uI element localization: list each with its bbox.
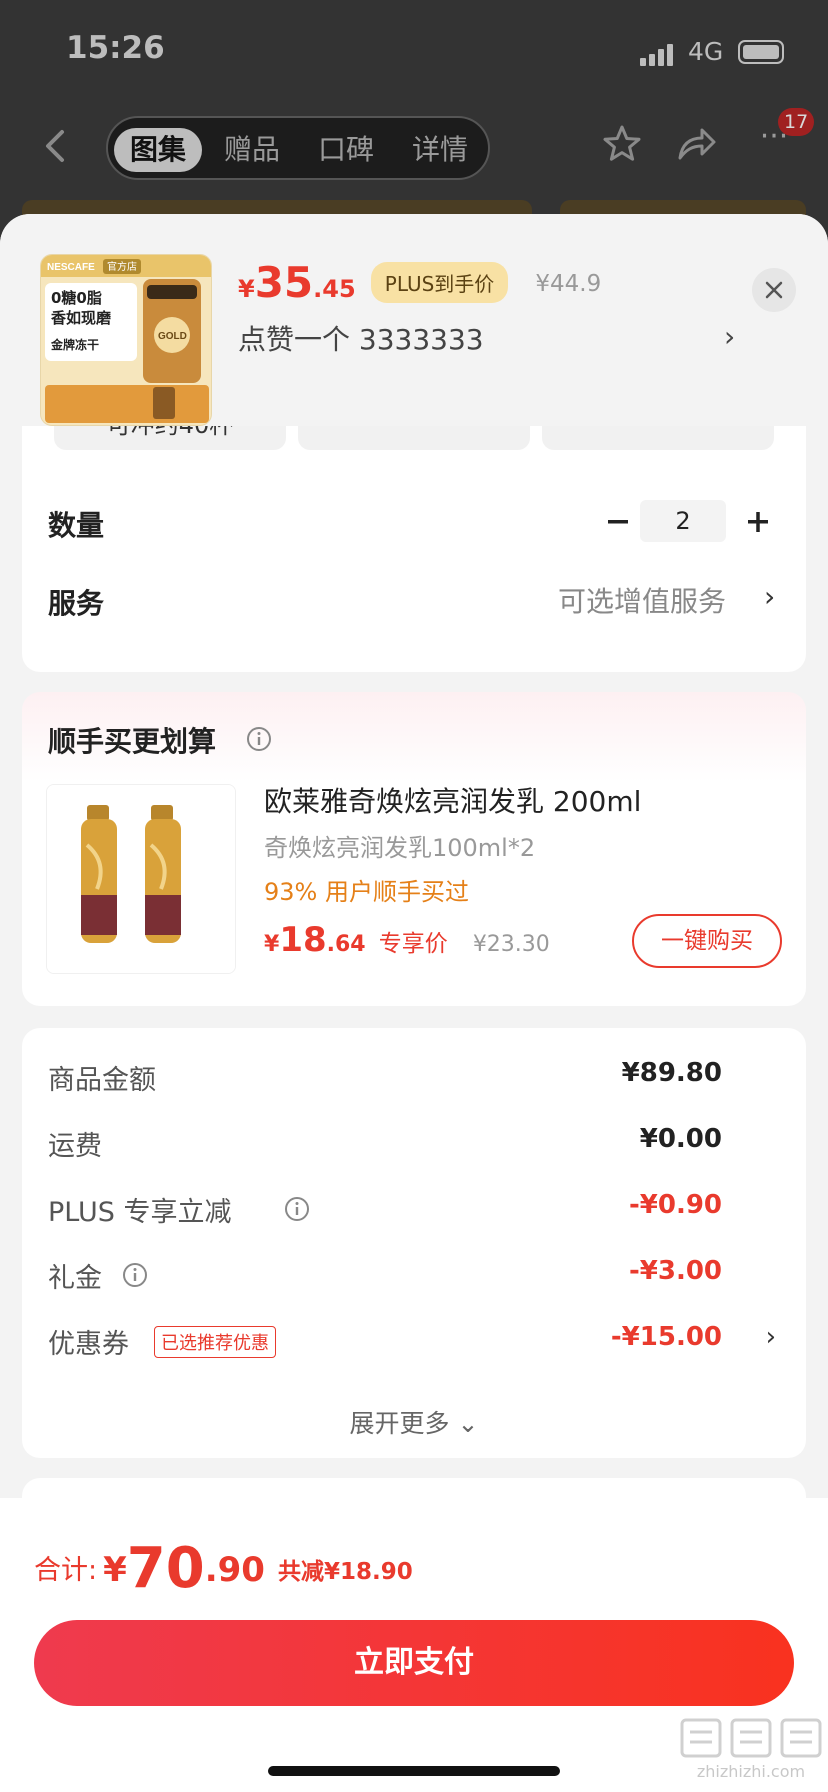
summary-value: -¥15.00 [610, 1322, 722, 1352]
one-click-buy-button[interactable]: 一键购买 [632, 914, 782, 968]
pay-now-button[interactable]: 立即支付 [34, 1620, 794, 1706]
chevron-right-icon[interactable]: › [766, 1322, 776, 1352]
service-value[interactable]: 可选增值服务 [558, 580, 726, 620]
product-nav-bar: 图集 赠品 口碑 详情 ··· 17 [0, 108, 828, 188]
price-row: ¥35.45 PLUS到手价 ¥44.9 [238, 258, 601, 308]
svg-text:0糖0脂: 0糖0脂 [51, 289, 102, 307]
bundle-title: 顺手买更划算 [48, 725, 217, 758]
status-bar: 15:26 4G [0, 0, 828, 100]
total-saving: 共减¥18.90 [278, 1559, 413, 1585]
svg-text:官方店: 官方店 [107, 260, 137, 273]
total-currency: ¥ [103, 1550, 127, 1590]
total-integer: 70 [126, 1536, 205, 1601]
bundle-product-name[interactable]: 欧莱雅奇焕炫亮润发乳 200ml [264, 780, 641, 820]
info-icon[interactable] [122, 1262, 148, 1288]
home-indicator[interactable] [268, 1766, 560, 1776]
summary-label: 优惠券 [48, 1329, 129, 1360]
notification-badge: 17 [778, 108, 815, 136]
close-icon[interactable] [752, 268, 796, 312]
minus-icon[interactable] [598, 502, 638, 542]
total-decimal: .90 [204, 1550, 265, 1590]
tab-details[interactable]: 详情 [396, 128, 484, 172]
tab-reviews[interactable]: 口碑 [302, 128, 390, 172]
haircare-bottles-image [47, 785, 235, 973]
selected-spec-text[interactable]: 点赞一个 3333333 [238, 318, 484, 358]
total-row: 合计: ¥70.90 共减¥18.90 [34, 1536, 413, 1601]
summary-row: 商品金额 ¥89.80 [48, 1058, 780, 1098]
chevron-right-icon[interactable]: › [764, 580, 775, 613]
quantity-input[interactable]: 2 [640, 500, 726, 542]
summary-value: ¥89.80 [621, 1058, 722, 1088]
signal-icon [640, 44, 676, 66]
bundle-price-integer: 18 [279, 920, 327, 960]
exclusive-price-tag: 专享价 [378, 931, 448, 957]
expand-more-button[interactable]: 展开更多 ⌄ [22, 1404, 806, 1440]
coupon-selected-tag: 已选推荐优惠 [154, 1326, 276, 1358]
product-thumbnail: NESCAFE 官方店 0糖0脂 香如现磨 金牌冻干 GOLD [40, 254, 212, 426]
tab-gallery[interactable]: 图集 [114, 128, 202, 172]
summary-row: 运费 ¥0.00 [48, 1124, 780, 1164]
bundle-original-price: ¥23.30 [472, 932, 550, 957]
watermark-text: zhizhizhi.com [696, 1762, 806, 1781]
bundle-price-currency: ¥ [264, 932, 280, 957]
summary-label: 礼金 [48, 1263, 102, 1294]
summary-row-coupon[interactable]: 优惠券 已选推荐优惠 -¥15.00 › [48, 1322, 780, 1362]
service-label: 服务 [48, 587, 105, 620]
info-icon[interactable] [284, 1196, 310, 1222]
svg-text:GOLD: GOLD [158, 331, 187, 342]
summary-label: 商品金额 [48, 1065, 156, 1096]
svg-text:NESCAFE: NESCAFE [47, 262, 95, 273]
summary-label: PLUS 专享立减 [48, 1197, 232, 1228]
checkout-footer: 合计: ¥70.90 共减¥18.90 立即支付 zhizhizhi.com [0, 1498, 828, 1792]
svg-text:金牌冻干: 金牌冻干 [50, 337, 99, 352]
quantity-label: 数量 [48, 509, 105, 542]
tab-group: 图集 赠品 口碑 详情 [106, 116, 490, 180]
summary-label: 运费 [48, 1131, 102, 1162]
info-icon[interactable] [246, 726, 272, 752]
summary-row: PLUS 专享立减 -¥0.90 [48, 1190, 780, 1230]
network-label: 4G [688, 37, 724, 66]
share-icon[interactable] [674, 122, 718, 166]
summary-value: -¥3.00 [628, 1256, 722, 1286]
total-label: 合计: [34, 1555, 98, 1586]
tab-gifts[interactable]: 赠品 [208, 128, 296, 172]
original-price: ¥44.9 [535, 271, 602, 297]
price-currency: ¥ [238, 275, 255, 303]
back-icon[interactable] [36, 126, 76, 166]
price-summary-card: 商品金额 ¥89.80 运费 ¥0.00 PLUS 专享立减 -¥0.90 礼金… [22, 1028, 806, 1458]
status-time: 15:26 [66, 30, 165, 66]
bundle-purchase-stat: 93% 用户顺手买过 [264, 878, 469, 906]
plus-price-tag: PLUS到手价 [370, 262, 509, 303]
star-icon[interactable] [600, 122, 644, 166]
bundle-price-decimal: .64 [326, 932, 366, 957]
bundle-price: ¥18.64 专享价 ¥23.30 [264, 920, 550, 960]
plus-icon[interactable] [738, 502, 778, 542]
bundle-card: 顺手买更划算 欧莱雅奇焕炫亮润发乳 200ml 奇焕炫亮润发乳100ml*2 9… [22, 692, 806, 1006]
bundle-product-image[interactable] [46, 784, 236, 974]
summary-value: -¥0.90 [628, 1190, 722, 1220]
price-decimal: .45 [313, 275, 356, 303]
site-watermark: zhizhizhi.com [676, 1712, 826, 1782]
summary-value: ¥0.00 [639, 1124, 722, 1154]
price-integer: 35 [254, 258, 314, 307]
summary-row: 礼金 -¥3.00 [48, 1256, 780, 1296]
bundle-product-spec: 奇焕炫亮润发乳100ml*2 [264, 834, 536, 862]
spec-card: 可冲约40杯 数量 2 服务 可选增值服务 › [22, 404, 806, 672]
sheet-header: NESCAFE 官方店 0糖0脂 香如现磨 金牌冻干 GOLD ¥35.45 P… [0, 214, 828, 426]
watermark-logo-icon [680, 1718, 822, 1758]
battery-icon [738, 40, 784, 64]
svg-text:香如现磨: 香如现磨 [51, 309, 112, 327]
coffee-product-image: NESCAFE 官方店 0糖0脂 香如现磨 金牌冻干 GOLD [41, 255, 211, 425]
chevron-right-icon[interactable]: › [724, 320, 735, 353]
